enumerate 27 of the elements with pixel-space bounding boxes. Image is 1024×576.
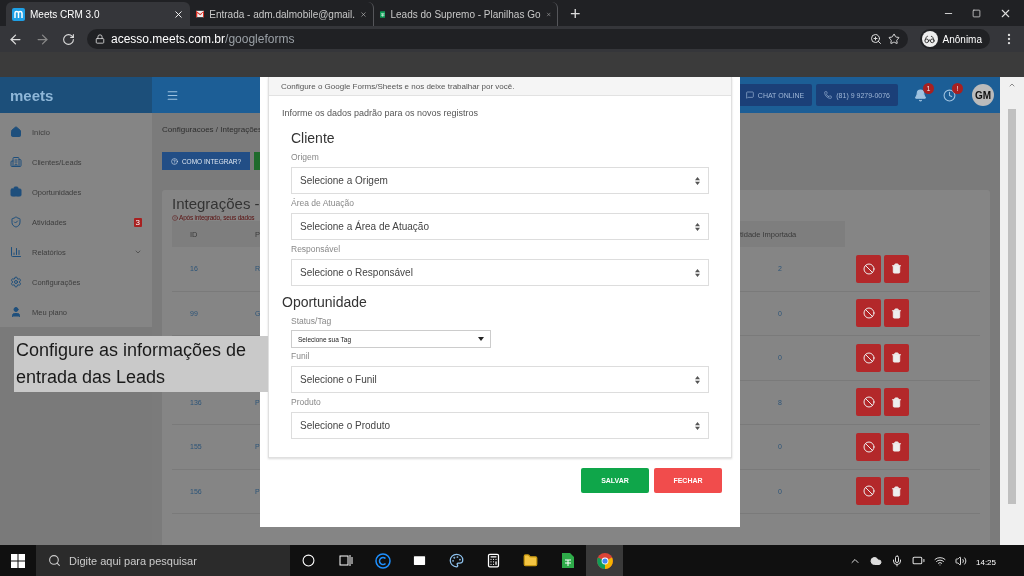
- select-field[interactable]: Selecione o Funil: [291, 366, 709, 393]
- app-logo: meets: [0, 77, 152, 113]
- field-label: Área de Atuação: [291, 198, 355, 208]
- select-field[interactable]: Selecione a Origem: [291, 167, 709, 194]
- field-label: Status/Tag: [290, 316, 333, 326]
- section-title: Cliente: [291, 130, 336, 146]
- taskbar-search[interactable]: Digite aqui para pesquisar: [36, 545, 290, 576]
- field-label: Produto: [290, 397, 322, 407]
- select-field[interactable]: Selecione o Produto: [291, 412, 709, 439]
- profile-button[interactable]: Anônima: [919, 29, 990, 49]
- breadcrumb: Configuracoes / Integrações: [162, 125, 263, 134]
- new-tab-button[interactable]: +: [558, 2, 593, 26]
- dialog-intro: Informe os dados padrão para os novos registros: [281, 107, 480, 118]
- user-avatar[interactable]: GM: [972, 84, 994, 106]
- browser-tab[interactable]: Meets CRM 3.0: [6, 2, 190, 26]
- panel-title: Integrações -: [172, 195, 260, 212]
- field-label: Responsável: [291, 244, 342, 254]
- address-bar[interactable]: acesso.meets.com.br/googleforms: [87, 29, 908, 49]
- select-field[interactable]: Selecione a Área de Atuação: [291, 213, 709, 240]
- count-badge: 3: [133, 217, 142, 227]
- field-label: Funil: [290, 351, 311, 361]
- select-field[interactable]: Selecione o Responsável: [291, 259, 709, 286]
- section-title: Oportunidade: [282, 294, 368, 310]
- clock[interactable]: 14:25: [976, 558, 1016, 567]
- caption: Configure as informações de entrada das Leads: [14, 336, 268, 392]
- field-label: Origem: [291, 152, 320, 162]
- dialog-subtitle: Configure o Google Forms/Sheets e nos deixe trabalhar por você.: [281, 81, 515, 91]
